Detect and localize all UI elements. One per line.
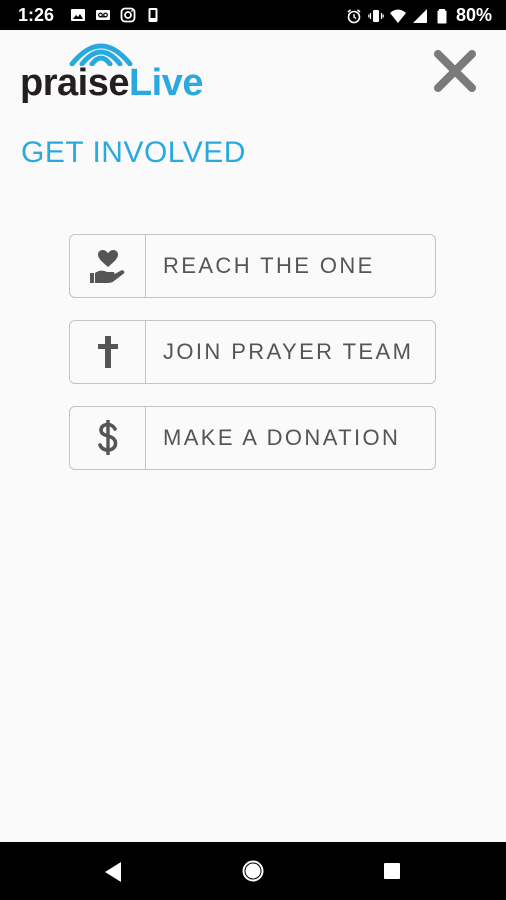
dollar-icon	[97, 420, 117, 455]
action-label: REACH THE ONE	[163, 253, 375, 278]
action-icon-box	[70, 321, 146, 383]
status-bar: 1:26 80%	[0, 0, 506, 30]
battery-percent: 80%	[455, 5, 492, 25]
cross-icon	[97, 336, 118, 368]
notification-icons	[70, 7, 161, 23]
logo-live-text: Live	[128, 62, 204, 104]
voicemail-icon	[96, 10, 110, 20]
hand-heart-icon	[89, 250, 124, 283]
action-list: REACH THE ONE JOIN PRAYER TEAM MAKE A DO…	[69, 234, 438, 492]
status-time: 1:26	[18, 5, 55, 25]
wifi-icon	[389, 9, 406, 23]
make-a-donation-button[interactable]: MAKE A DONATION	[69, 406, 436, 470]
vibrate-icon	[368, 9, 384, 22]
navigation-bar	[0, 842, 506, 900]
reach-the-one-button[interactable]: REACH THE ONE	[69, 234, 436, 298]
recents-icon[interactable]	[383, 862, 401, 880]
device-icon	[148, 8, 158, 22]
close-icon[interactable]	[432, 48, 478, 94]
instagram-icon	[120, 7, 136, 23]
page-title: GET INVOLVED	[21, 136, 246, 169]
close-button[interactable]	[432, 48, 478, 94]
signal-icon	[412, 8, 427, 23]
alarm-icon	[347, 8, 361, 23]
back-icon[interactable]	[103, 861, 123, 883]
logo-praise-text: praise	[20, 62, 129, 104]
logo-wordmark: praiseLive	[20, 60, 204, 106]
action-label: JOIN PRAYER TEAM	[163, 339, 414, 364]
image-icon	[71, 9, 85, 21]
join-prayer-team-button[interactable]: JOIN PRAYER TEAM	[69, 320, 436, 384]
battery-icon	[437, 8, 447, 23]
action-label: MAKE A DONATION	[163, 425, 401, 450]
system-icons: 80%	[346, 5, 492, 26]
action-icon-box	[70, 407, 146, 469]
action-icon-box	[70, 235, 146, 297]
praiselive-logo: praiseLive	[20, 36, 270, 108]
home-icon[interactable]	[241, 859, 265, 883]
